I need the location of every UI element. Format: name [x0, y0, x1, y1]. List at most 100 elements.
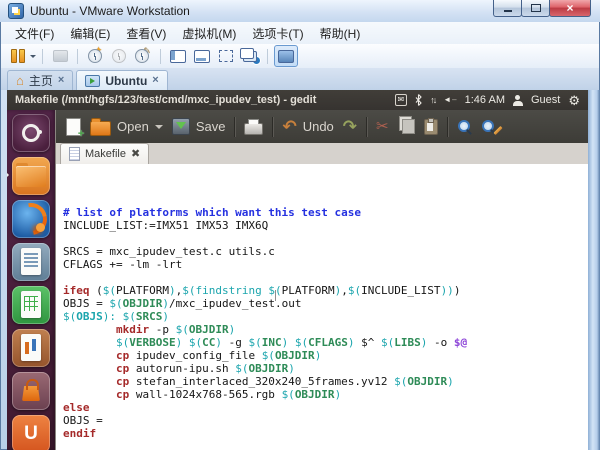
launcher-ubuntu-software-center[interactable]: [12, 372, 50, 410]
menu-help[interactable]: 帮助(H): [312, 23, 369, 44]
vm-play-icon: [85, 75, 100, 87]
new-document-button[interactable]: [66, 118, 81, 136]
launcher-firefox[interactable]: [12, 200, 50, 238]
code-line: else: [63, 401, 588, 414]
find-button[interactable]: [457, 119, 472, 134]
unity-windows-icon: [240, 48, 254, 59]
gedit-window: Open Save ↶ Undo ↷ ✂: [55, 110, 588, 450]
user-icon[interactable]: [513, 95, 523, 106]
launcher-libreoffice-calc[interactable]: [12, 286, 50, 324]
chevron-down-icon[interactable]: [155, 125, 163, 133]
volume-icon[interactable]: ◄: [443, 96, 456, 104]
toolbar-separator: [366, 117, 367, 137]
gedit-tab-makefile[interactable]: Makefile ✖: [60, 143, 149, 164]
bluetooth-icon[interactable]: [415, 94, 422, 106]
code-line: CFLAGS += -lm -lrt: [63, 258, 588, 271]
panel-status-area: ✉ ↑↓ ◄ 1:46 AM Guest ⚙: [395, 94, 580, 107]
launcher-files[interactable]: [12, 157, 50, 195]
fullscreen-button[interactable]: [215, 46, 237, 66]
code-line: cp wall-1024x768-565.rgb $(OBJDIR): [63, 388, 588, 401]
clock[interactable]: 1:46 AM: [465, 94, 505, 106]
chevron-down-icon[interactable]: [30, 55, 36, 61]
toolbar-separator: [160, 49, 161, 64]
open-folder-icon: [90, 121, 111, 136]
toolbar-separator: [77, 49, 78, 64]
save-button[interactable]: Save: [172, 118, 226, 135]
menu-vm[interactable]: 虚拟机(M): [174, 23, 244, 44]
thumbnail-bar-icon: [194, 50, 210, 63]
close-button[interactable]: ×: [549, 0, 591, 17]
code-line: $(OBJS): $(SRCS): [63, 310, 588, 323]
copy-button[interactable]: [398, 119, 415, 134]
libreoffice-writer-icon: [12, 243, 50, 281]
show-thumbnail-bar-button[interactable]: [191, 46, 213, 66]
code-line: ifeq ($(PLATFORM),$(findstring $(PLATFOR…: [63, 284, 588, 297]
manage-snapshots-button[interactable]: ✎: [132, 46, 154, 66]
launcher-libreoffice-writer[interactable]: [12, 243, 50, 281]
open-label: Open: [117, 119, 149, 134]
tab-close-icon[interactable]: ×: [58, 75, 64, 86]
network-activity-icon[interactable]: ↑↓: [430, 96, 435, 105]
tab-close-icon[interactable]: ✖: [131, 149, 140, 160]
new-document-icon: [66, 118, 81, 136]
tab-home-label: 主页: [29, 72, 53, 89]
code-line: SRCS = mxc_ipudev_test.c utils.c: [63, 245, 588, 258]
unity-mode-button[interactable]: [239, 46, 261, 66]
tab-close-icon[interactable]: ×: [152, 75, 158, 86]
menubar: 文件(F)编辑(E)查看(V)虚拟机(M)选项卡(T)帮助(H): [1, 22, 599, 44]
user-name[interactable]: Guest: [531, 94, 560, 106]
code-line: cp ipudev_config_file $(OBJDIR): [63, 349, 588, 362]
open-button[interactable]: Open: [90, 118, 163, 136]
launcher-libreoffice-impress[interactable]: [12, 329, 50, 367]
code-line: OBJS = $(OBJDIR)/mxc_ipudev_test.out: [63, 297, 588, 310]
minimize-button[interactable]: [493, 0, 522, 17]
launcher-dash-home[interactable]: [12, 114, 50, 152]
code-line: cp stefan_interlaced_320x240_5frames.yv1…: [63, 375, 588, 388]
print-icon: [244, 123, 263, 135]
paste-icon: [424, 119, 438, 135]
code-line: cp autorun-ipu.sh $(OBJDIR): [63, 362, 588, 375]
libreoffice-impress-icon: [12, 329, 50, 367]
launcher-ubuntu-one[interactable]: U: [12, 415, 50, 450]
session-gear-icon[interactable]: ⚙: [568, 94, 580, 107]
undo-icon: ↶: [282, 118, 296, 135]
maximize-button[interactable]: [521, 0, 550, 17]
save-label: Save: [196, 119, 226, 134]
cut-button[interactable]: ✂: [376, 119, 389, 134]
redo-icon: ↷: [343, 118, 357, 135]
revert-snapshot-button[interactable]: [108, 46, 130, 66]
menu-file[interactable]: 文件(F): [7, 23, 62, 44]
toolbar-separator: [234, 117, 235, 137]
code-line: mkdir -p $(OBJDIR): [63, 323, 588, 336]
print-button[interactable]: [244, 119, 263, 135]
code-line: # list of platforms which want this test…: [63, 206, 588, 219]
ubuntu-top-panel: Makefile (/mnt/hgfs/123/test/cmd/mxc_ipu…: [7, 90, 588, 110]
code-area[interactable]: # list of platforms which want this test…: [56, 164, 588, 450]
tab-home[interactable]: ⌂ 主页 ×: [7, 70, 73, 90]
menu-tabs[interactable]: 选项卡(T): [244, 23, 311, 44]
vm-screen: Makefile (/mnt/hgfs/123/test/cmd/mxc_ipu…: [7, 90, 588, 450]
code-line: OBJS =: [63, 414, 588, 427]
devices-button[interactable]: [49, 46, 71, 66]
document-icon: [69, 147, 80, 161]
undo-button[interactable]: ↶ Undo: [282, 118, 333, 135]
take-snapshot-button[interactable]: ✦: [84, 46, 106, 66]
code-line: INCLUDE_LIST:=IMX51 IMX53 IMX6Q: [63, 219, 588, 232]
ubuntu-software-center-icon: [12, 372, 50, 410]
tab-ubuntu[interactable]: Ubuntu ×: [76, 70, 167, 90]
mail-icon[interactable]: ✉: [395, 94, 408, 106]
console-view-button[interactable]: [274, 45, 298, 67]
menu-edit[interactable]: 编辑(E): [62, 23, 118, 44]
window-controls: ×: [494, 0, 591, 17]
home-icon: ⌂: [16, 74, 24, 87]
show-library-button[interactable]: [167, 46, 189, 66]
paste-button[interactable]: [424, 119, 438, 135]
replace-button[interactable]: [481, 119, 503, 134]
suspend-button[interactable]: [10, 46, 36, 66]
toolbar-separator: [272, 117, 273, 137]
tab-ubuntu-label: Ubuntu: [105, 74, 147, 88]
library-panel-icon: [170, 50, 186, 63]
unity-launcher: U: [7, 110, 55, 450]
menu-view[interactable]: 查看(V): [118, 23, 174, 44]
redo-button[interactable]: ↷: [343, 118, 357, 135]
